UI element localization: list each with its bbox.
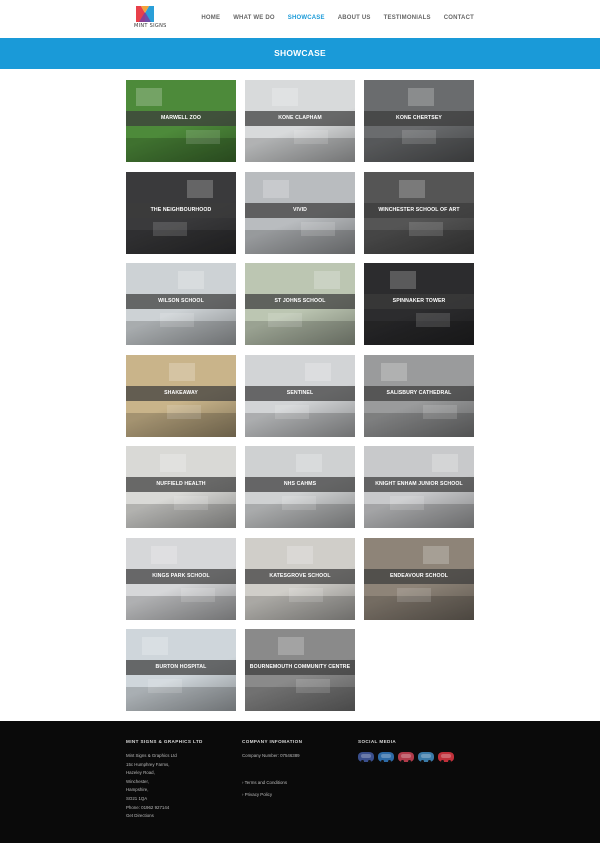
address-line: Winchester, bbox=[126, 778, 149, 784]
showcase-tile[interactable]: BURTON HOSPITAL bbox=[126, 629, 236, 711]
showcase-tile[interactable]: THE NEIGHBOURHOOD bbox=[126, 172, 236, 254]
site-footer: MINT SIGNS & GRAPHICS LTD Mint Signs & G… bbox=[0, 721, 600, 843]
get-directions-link[interactable]: Get Directions bbox=[126, 812, 203, 821]
tile-label: WILSON SCHOOL bbox=[158, 298, 204, 304]
footer-info-column: COMPANY INFOMATION Company Number: 07546… bbox=[242, 739, 302, 801]
footer-info-heading: COMPANY INFOMATION bbox=[242, 739, 303, 744]
address-line: 15c Humphrey Farms, bbox=[126, 761, 170, 767]
tile-label: ST JOHNS SCHOOL bbox=[274, 298, 326, 304]
van-icon[interactable] bbox=[418, 752, 434, 763]
tile-label: BURTON HOSPITAL bbox=[155, 664, 207, 670]
van-icon[interactable] bbox=[438, 752, 454, 763]
nav-item-showcase[interactable]: SHOWCASE bbox=[288, 15, 325, 21]
showcase-tile[interactable]: WILSON SCHOOL bbox=[126, 263, 236, 345]
footer-social-heading: SOCIAL MEDIA bbox=[358, 739, 397, 744]
address-line: Phone: 01962 927144 bbox=[126, 804, 170, 810]
address-line: Hazeley Road, bbox=[126, 770, 155, 776]
footer-links: › Terms and Conditions › Privacy Policy bbox=[242, 777, 302, 801]
page-title: SHOWCASE bbox=[274, 48, 326, 58]
showcase-tile[interactable]: ENDEAVOUR SCHOOL bbox=[364, 538, 474, 620]
tile-label: KATESGROVE SCHOOL bbox=[269, 573, 331, 579]
tile-label: SHAKEAWAY bbox=[164, 390, 198, 396]
mint-logo-icon bbox=[136, 6, 154, 22]
tile-label: KONE CHERTSEY bbox=[396, 115, 442, 121]
site-header: MINT SIGNS HOME WHAT WE DO SHOWCASE ABOUT U… bbox=[0, 0, 600, 38]
showcase-tile[interactable]: VIVID bbox=[245, 172, 355, 254]
tile-label: BOURNEMOUTH COMMUNITY CENTRE bbox=[249, 664, 351, 670]
showcase-tile[interactable]: MARWELL ZOO bbox=[126, 80, 236, 162]
nav-item-testimonials[interactable]: TESTIMONIALS bbox=[384, 15, 431, 21]
footer-company-column: MINT SIGNS & GRAPHICS LTD Mint Signs & G… bbox=[126, 739, 203, 821]
brand-name: MINT SIGNS bbox=[134, 23, 167, 29]
site-logo[interactable]: MINT SIGNS bbox=[134, 6, 166, 32]
showcase-tile[interactable]: SALISBURY CATHEDRAL bbox=[364, 355, 474, 437]
showcase-tile[interactable]: WINCHESTER SCHOOL OF ART bbox=[364, 172, 474, 254]
tile-label: NHS CAHMS bbox=[283, 481, 317, 487]
nav-item-what-we-do[interactable]: WHAT WE DO bbox=[233, 15, 275, 21]
showcase-tile[interactable]: BOURNEMOUTH COMMUNITY CENTRE bbox=[245, 629, 355, 711]
footer-address: Mint Signs & Graphics Ltd 15c Humphrey Fa… bbox=[126, 752, 203, 821]
footer-link[interactable]: › Privacy Policy bbox=[242, 789, 302, 801]
nav-item-contact[interactable]: CONTACT bbox=[444, 15, 474, 21]
showcase-tile[interactable]: NUFFIELD HEALTH bbox=[126, 446, 236, 528]
van-icon[interactable] bbox=[358, 752, 374, 763]
tile-label: SALISBURY CATHEDRAL bbox=[386, 390, 452, 396]
tile-label: VIVID bbox=[292, 207, 308, 213]
nav-item-about-us[interactable]: ABOUT US bbox=[338, 15, 371, 21]
showcase-tile[interactable]: KINGS PARK SCHOOL bbox=[126, 538, 236, 620]
tile-label: NUFFIELD HEALTH bbox=[156, 481, 206, 487]
showcase-tile[interactable]: KATESGROVE SCHOOL bbox=[245, 538, 355, 620]
tile-label: KNIGHT ENHAM JUNIOR SCHOOL bbox=[375, 481, 463, 487]
nav-item-home[interactable]: HOME bbox=[201, 15, 220, 21]
showcase-tile[interactable]: SPINNAKER TOWER bbox=[364, 263, 474, 345]
tile-label: KINGS PARK SCHOOL bbox=[152, 573, 210, 579]
footer-company-heading: MINT SIGNS & GRAPHICS LTD bbox=[126, 739, 203, 744]
footer-link[interactable]: › Terms and Conditions bbox=[242, 777, 302, 789]
main-nav: HOME WHAT WE DO SHOWCASE ABOUT US TESTIMONIA… bbox=[201, 15, 474, 21]
tile-label: KONE CLAPHAM bbox=[278, 115, 322, 121]
tile-label: ENDEAVOUR SCHOOL bbox=[390, 573, 448, 579]
company-number: Company Number: 07546389 bbox=[242, 753, 300, 758]
social-links bbox=[358, 752, 454, 763]
tile-label: SPINNAKER TOWER bbox=[392, 298, 446, 304]
showcase-tile[interactable]: SENTINEL bbox=[245, 355, 355, 437]
showcase-tile[interactable]: KNIGHT ENHAM JUNIOR SCHOOL bbox=[364, 446, 474, 528]
showcase-tile[interactable]: KONE CLAPHAM bbox=[245, 80, 355, 162]
page-banner: SHOWCASE bbox=[0, 38, 600, 69]
tile-label: THE NEIGHBOURHOOD bbox=[150, 207, 212, 213]
tile-label: WINCHESTER SCHOOL OF ART bbox=[378, 207, 460, 213]
footer-link-label: Privacy Policy bbox=[244, 791, 273, 797]
van-icon[interactable] bbox=[378, 752, 394, 763]
showcase-tile[interactable]: ST JOHNS SCHOOL bbox=[245, 263, 355, 345]
tile-label: SENTINEL bbox=[286, 390, 314, 396]
address-line: Mint Signs & Graphics Ltd bbox=[126, 753, 177, 758]
van-icon[interactable] bbox=[398, 752, 414, 763]
showcase-tile[interactable]: KONE CHERTSEY bbox=[364, 80, 474, 162]
address-line: Hampshire, bbox=[126, 787, 149, 793]
showcase-tile[interactable]: SHAKEAWAY bbox=[126, 355, 236, 437]
tile-label: MARWELL ZOO bbox=[160, 115, 202, 121]
footer-link-label: Terms and Conditions bbox=[244, 779, 288, 785]
showcase-tile[interactable]: NHS CAHMS bbox=[245, 446, 355, 528]
footer-social-column: SOCIAL MEDIA bbox=[358, 739, 454, 763]
address-line: SO21 1QA bbox=[126, 795, 148, 801]
